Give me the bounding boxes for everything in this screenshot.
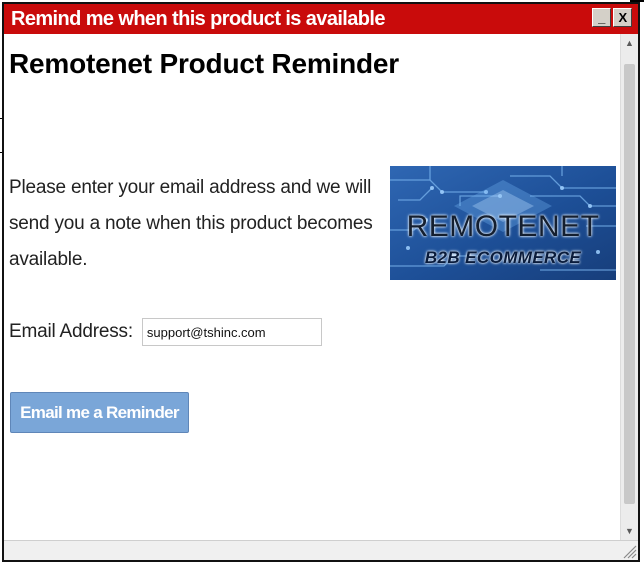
logo-tagline: B2B ECOMMERCE <box>424 248 582 267</box>
resize-grip-icon[interactable] <box>621 543 637 559</box>
close-button[interactable]: X <box>613 8 632 27</box>
email-reminder-button[interactable]: Email me a Reminder <box>10 392 189 433</box>
close-icon: X <box>618 10 627 25</box>
window-title: Remind me when this product is available <box>11 8 385 30</box>
status-bar <box>4 540 638 560</box>
minimize-icon: _ <box>598 10 605 25</box>
popup-window: Remind me when this product is available… <box>2 2 640 562</box>
intro-text: Please enter your email address and we w… <box>9 177 373 270</box>
scroll-up-icon[interactable]: ▲ <box>621 34 638 52</box>
scroll-thumb[interactable] <box>624 64 635 504</box>
email-row: Email Address: <box>9 318 322 346</box>
email-input[interactable] <box>141 318 322 346</box>
remotenet-logo: REMOTENET B2B ECOMMERCE <box>390 166 616 280</box>
popup-content: Remotenet Product Reminder Please enter … <box>4 34 620 540</box>
logo-wordmark: REMOTENET <box>406 210 600 243</box>
minimize-button[interactable]: _ <box>592 8 611 27</box>
email-label: Email Address: <box>9 321 133 342</box>
title-bar[interactable]: Remind me when this product is available… <box>4 4 638 34</box>
page-title: Remotenet Product Reminder <box>9 48 399 79</box>
vertical-scrollbar[interactable]: ▲ ▼ <box>620 34 638 540</box>
window-controls: _ X <box>592 8 632 27</box>
scroll-down-icon[interactable]: ▼ <box>621 522 638 540</box>
